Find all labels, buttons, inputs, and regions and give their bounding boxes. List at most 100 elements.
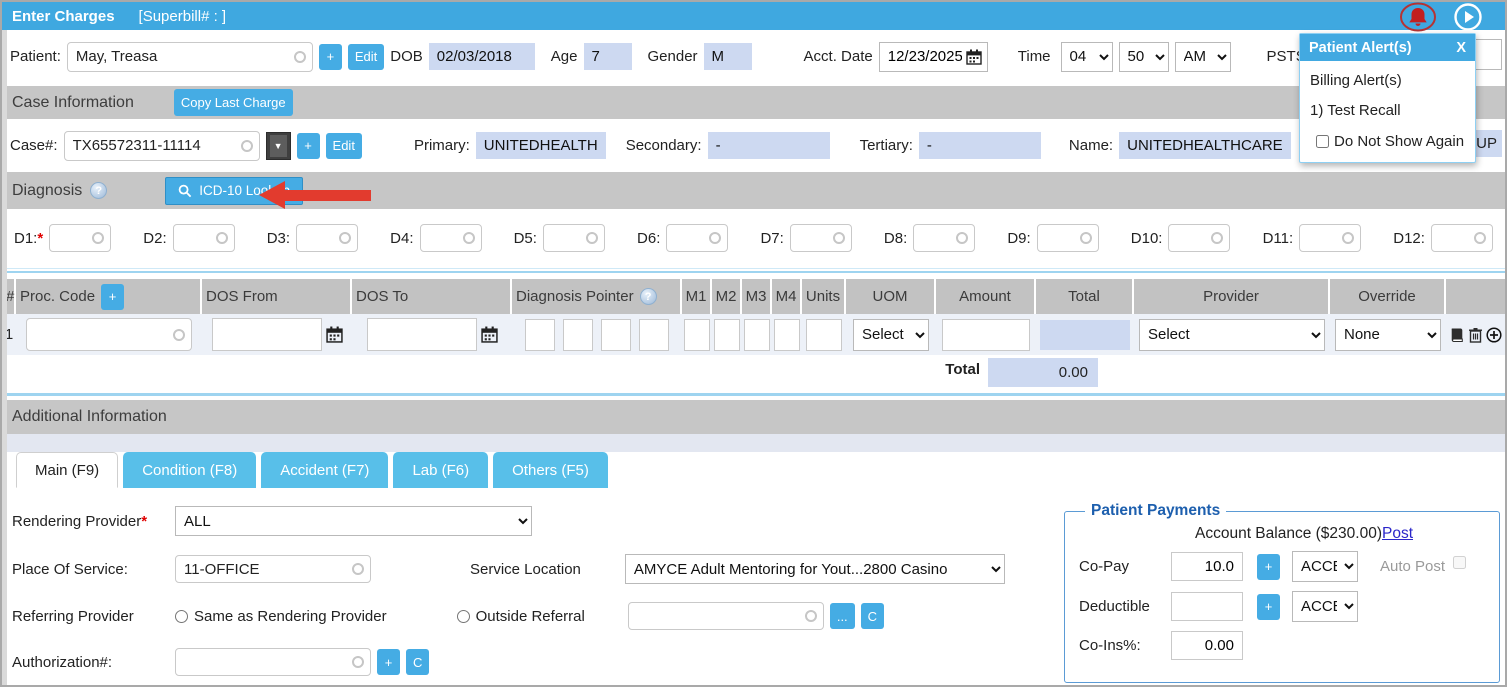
delete-row-icon[interactable]: [1468, 327, 1483, 343]
time-ampm-select[interactable]: AM: [1175, 42, 1231, 72]
d2-label: D2:: [143, 230, 166, 247]
col-m3: M3: [742, 279, 772, 314]
copay-input[interactable]: [1171, 552, 1243, 581]
add-case-button[interactable]: +: [297, 133, 320, 159]
override-select[interactable]: None: [1335, 319, 1441, 351]
tab-main[interactable]: Main (F9): [16, 452, 118, 488]
copay-add-button[interactable]: +: [1257, 554, 1280, 580]
service-location-select[interactable]: AMYCE Adult Mentoring for Yout...2800 Ca…: [625, 554, 1005, 584]
col-diagnosis-pointer: Diagnosis Pointer ?: [512, 279, 682, 314]
units-input[interactable]: [806, 319, 842, 351]
d3-label: D3:: [267, 230, 290, 247]
outside-referral-radio[interactable]: [457, 610, 470, 623]
col-proc-code: Proc. Code +: [16, 279, 202, 314]
authorization-clear-button[interactable]: C: [406, 649, 429, 675]
calendar-icon[interactable]: [481, 326, 498, 343]
case-number-input[interactable]: [64, 131, 260, 161]
diagnosis-field-d12: D12:: [1393, 224, 1493, 252]
tab-accident[interactable]: Accident (F7): [261, 452, 388, 488]
additional-info-tabs: Main (F9) Condition (F8) Accident (F7) L…: [2, 452, 1505, 488]
deductible-type-select[interactable]: ACCE: [1292, 591, 1358, 622]
d6-label: D6:: [637, 230, 660, 247]
case-information-bar: Case Information Copy Last Charge: [2, 86, 1505, 119]
authorization-input[interactable]: [175, 648, 371, 676]
rendering-provider-label: Rendering Provider*: [2, 513, 175, 530]
calendar-icon[interactable]: [966, 49, 982, 65]
calendar-icon[interactable]: [326, 326, 343, 343]
acct-date-field: [879, 42, 988, 72]
play-icon[interactable]: [1453, 2, 1483, 32]
diagnosis-title: Diagnosis: [12, 182, 82, 200]
place-of-service-input[interactable]: [175, 555, 371, 583]
tertiary-insurance: -: [919, 132, 1041, 159]
col-provider: Provider: [1134, 279, 1330, 314]
primary-label: Primary:: [414, 137, 470, 154]
patient-payments-legend: Patient Payments: [1085, 502, 1226, 520]
secondary-insurance: -: [708, 132, 830, 159]
proc-code-input[interactable]: [26, 318, 192, 351]
m1-input[interactable]: [684, 319, 710, 351]
charges-table-header: # Proc. Code + DOS From DOS To Diagnosis…: [2, 279, 1505, 314]
copy-last-charge-button[interactable]: Copy Last Charge: [174, 89, 293, 116]
help-icon[interactable]: ?: [90, 182, 107, 199]
auto-post-checkbox: [1453, 556, 1466, 569]
alert-bell-icon[interactable]: [1398, 2, 1438, 32]
deductible-add-button[interactable]: +: [1257, 594, 1280, 620]
diag-pointer-2-input[interactable]: [563, 319, 593, 351]
dropdown-arrow-icon: ▼: [270, 135, 287, 157]
referral-clear-button[interactable]: C: [861, 603, 884, 629]
book-icon[interactable]: [1449, 327, 1465, 343]
close-icon[interactable]: X: [1456, 40, 1466, 56]
do-not-show-again-checkbox[interactable]: [1316, 135, 1329, 148]
copay-row: Co-Pay + ACCE Auto Post: [1079, 551, 1489, 582]
acct-date-input[interactable]: [880, 48, 966, 65]
amount-input[interactable]: [942, 319, 1030, 351]
line-provider-select[interactable]: Select: [1139, 319, 1325, 351]
authorization-add-button[interactable]: +: [377, 649, 400, 675]
acct-date-label: Acct. Date: [804, 48, 873, 65]
d8-label: D8:: [884, 230, 907, 247]
authorization-label: Authorization#:: [2, 654, 175, 671]
time-minute-select[interactable]: 50: [1119, 42, 1169, 72]
age-label: Age: [551, 48, 578, 65]
diag-pointer-3-input[interactable]: [601, 319, 631, 351]
rendering-provider-select[interactable]: ALL: [175, 506, 532, 536]
coins-input[interactable]: [1171, 631, 1243, 660]
add-patient-button[interactable]: +: [319, 44, 342, 70]
m3-input[interactable]: [744, 319, 770, 351]
tab-others[interactable]: Others (F5): [493, 452, 608, 488]
lookup-ring-icon: [339, 232, 351, 244]
diag-pointer-4-input[interactable]: [639, 319, 669, 351]
edit-patient-button[interactable]: Edit: [348, 44, 384, 70]
edit-case-button[interactable]: Edit: [326, 133, 362, 159]
same-as-rendering-radio[interactable]: [175, 610, 188, 623]
help-icon[interactable]: ?: [640, 288, 657, 305]
copay-type-select[interactable]: ACCE: [1292, 551, 1358, 582]
tab-lab[interactable]: Lab (F6): [393, 452, 488, 488]
uom-select[interactable]: Select: [853, 319, 929, 351]
lookup-ring-icon: [352, 563, 364, 575]
add-row-icon[interactable]: [1486, 327, 1502, 343]
case-dropdown-button[interactable]: ▼: [266, 132, 291, 160]
col-m2: M2: [712, 279, 742, 314]
auto-post-label: Auto Post: [1380, 558, 1445, 575]
dos-to-input[interactable]: [367, 318, 477, 351]
time-hour-select[interactable]: 04: [1061, 42, 1113, 72]
lookup-ring-icon: [1474, 232, 1486, 244]
time-label: Time: [1018, 48, 1051, 65]
diagnosis-field-d5: D5:: [514, 224, 605, 252]
post-link[interactable]: Post: [1382, 525, 1413, 542]
deductible-input[interactable]: [1171, 592, 1243, 621]
col-actions: [1446, 279, 1505, 314]
patient-name-input[interactable]: [67, 42, 313, 72]
tab-condition[interactable]: Condition (F8): [123, 452, 256, 488]
referral-browse-button[interactable]: ...: [830, 603, 855, 629]
diag-pointer-1-input[interactable]: [525, 319, 555, 351]
add-proc-code-button[interactable]: +: [101, 284, 124, 310]
m4-input[interactable]: [774, 319, 800, 351]
m2-input[interactable]: [714, 319, 740, 351]
outside-referral-input[interactable]: [628, 602, 824, 630]
diagnosis-field-d1: D1:*: [14, 224, 111, 252]
lookup-ring-icon: [463, 232, 475, 244]
dos-from-input[interactable]: [212, 318, 322, 351]
